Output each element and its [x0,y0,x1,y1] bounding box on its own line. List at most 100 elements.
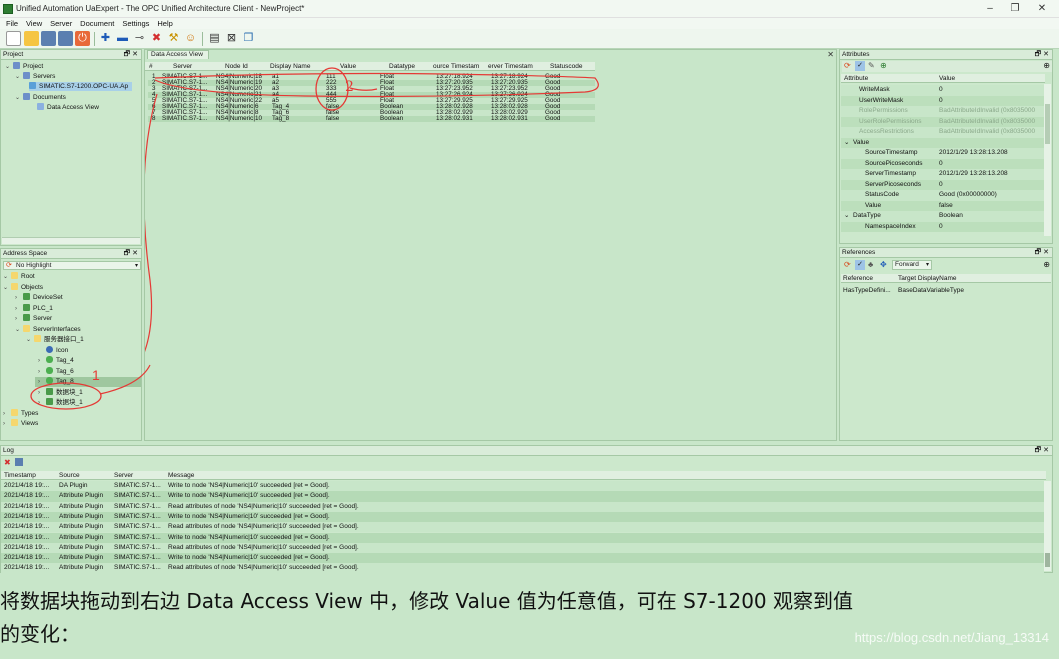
column-header-reference[interactable]: Reference [843,275,873,282]
tree-item-server[interactable]: › Server [15,314,52,324]
add-server-icon[interactable]: ✚ [98,31,113,46]
tree-item-serverinterfaces[interactable]: ⌄ ServerInterfaces [15,324,81,335]
navigate-icon[interactable]: ✥ [880,260,887,269]
expand-icon[interactable]: ⌄ [26,336,34,345]
menu-file[interactable]: File [6,18,18,29]
expand-icon[interactable]: › [3,420,11,429]
attribute-row[interactable]: ⌄ DataType Boolean [841,211,1044,222]
panel-float-close-buttons[interactable]: 🗗 ✕ [1035,248,1049,259]
refresh-icon[interactable]: ⟳ [844,61,851,70]
user-icon[interactable]: ☺ [183,31,198,46]
tree-item-deviceset[interactable]: › DeviceSet [15,293,63,303]
log-row[interactable]: 2021/4/18 19:... Attribute Plugin SIMATIC.… [1,563,1044,574]
tree-item-server-simatic[interactable]: SIMATIC.S7-1200.OPC-UA.Ap [29,82,133,91]
edit-icon[interactable]: ✓ [855,61,865,71]
expand-icon[interactable]: ⌄ [844,211,849,222]
horizontal-scrollbar[interactable] [2,237,140,244]
log-row[interactable]: 2021/4/18 19:... DA Plugin SIMATIC.S7-1...… [1,481,1044,492]
log-row[interactable]: 2021/4/18 19:... Attribute Plugin SIMATIC.… [1,553,1044,564]
attribute-row[interactable]: RolePermissions BadAttributeIdInvalid (0x… [841,106,1044,117]
document-icon[interactable]: ▤ [207,31,222,46]
expand-icon[interactable]: › [15,315,23,324]
new-project-icon[interactable] [6,31,21,46]
column-header-attribute[interactable]: Attribute [844,75,868,82]
tree-item-data-access-view[interactable]: Data Access View [37,103,99,112]
tree-item-views[interactable]: › Views [3,419,38,429]
log-row[interactable]: 2021/4/18 19:... Attribute Plugin SIMATIC.… [1,542,1044,554]
panel-float-close-buttons[interactable]: 🗗 ✕ [124,50,138,61]
direction-select[interactable]: Forward ▾ [892,260,932,270]
log-row[interactable]: 2021/4/18 19:... Attribute Plugin SIMATIC.… [1,532,1044,543]
power-icon[interactable]: ⏻ [75,31,90,46]
log-row[interactable]: 2021/4/18 19:... Attribute Plugin SIMATIC.… [1,511,1044,523]
disconnect-icon[interactable]: ✖ [149,31,164,46]
chevron-down-icon[interactable]: ▾ [135,262,138,270]
maximize-button[interactable]: ❐ [1003,2,1027,16]
add-circle-icon[interactable]: ⊕ [1043,260,1050,269]
tree-item-icon[interactable]: Icon [38,345,68,355]
save-log-icon[interactable] [15,458,23,466]
clear-log-icon[interactable]: ✖ [4,458,11,467]
attribute-row[interactable]: UserRolePermissions BadAttributeIdInvalid… [841,116,1044,127]
refresh-icon[interactable]: ⟳ [844,260,851,269]
minimize-button[interactable]: – [978,2,1002,16]
menu-server[interactable]: Server [50,18,72,29]
column-header-server[interactable]: Server [114,472,133,479]
attribute-row[interactable]: ⌄ Value [841,137,1044,148]
add-icon[interactable]: ⊕ [880,61,887,70]
vertical-scrollbar[interactable] [1044,481,1051,571]
close-window-button[interactable]: ✕ [1030,2,1054,16]
column-header-value[interactable]: Value [939,75,955,82]
wrench-icon[interactable]: ⚒ [166,31,181,46]
add-circle-icon[interactable]: ⊕ [1043,61,1050,70]
save-as-icon[interactable] [58,31,73,46]
remove-server-icon[interactable]: ▬ [115,31,130,46]
expand-icon[interactable]: › [15,294,23,303]
log-row[interactable]: 2021/4/18 19:... Attribute Plugin SIMATIC.… [1,522,1044,533]
references-row[interactable]: HasTypeDefini... BaseDataVariableType [841,286,1051,295]
chevron-down-icon[interactable]: ▾ [926,261,929,269]
attribute-row[interactable]: SourceTimestamp 2012/1/29 13:28:13.208 [841,148,1044,159]
attribute-row[interactable]: WriteMask 0 [841,85,1044,96]
attribute-row[interactable]: UserWriteMask 0 [841,95,1044,106]
column-header-source[interactable]: Source [59,472,80,479]
attribute-row[interactable]: AccessRestrictions BadAttributeIdInvalid … [841,127,1044,138]
attribute-row[interactable]: NamespaceIndex 0 [841,221,1044,232]
expand-icon[interactable]: ⌄ [15,73,23,82]
scrollbar-thumb[interactable] [1045,553,1050,567]
menu-help[interactable]: Help [157,18,172,29]
expand-icon[interactable]: ⌄ [15,94,23,103]
column-header-target[interactable]: Target DisplayName [898,275,957,282]
expand-icon[interactable]: ⌄ [5,63,13,72]
tree-item-servers[interactable]: ⌄ Servers [15,72,55,82]
panel-float-close-buttons[interactable]: 🗗 ✕ [1035,446,1049,457]
attribute-row[interactable]: StatusCode Good (0x00000000) [841,190,1044,201]
open-project-icon[interactable] [24,31,39,46]
attribute-row[interactable]: SourcePicoseconds 0 [841,158,1044,169]
expand-icon[interactable]: ⌄ [3,273,11,282]
expand-icon[interactable]: › [15,305,23,314]
save-icon[interactable] [41,31,56,46]
menu-view[interactable]: View [26,18,42,29]
attribute-row[interactable]: ServerTimestamp 2012/1/29 13:28:13.208 [841,169,1044,180]
tree-item-server-interface-1[interactable]: ⌄ 服务器接口_1 [26,335,84,345]
expand-icon[interactable]: ⌄ [15,326,23,335]
menu-settings[interactable]: Settings [122,18,149,29]
tree-item-root[interactable]: ⌄ Root [3,272,35,282]
tree-icon[interactable]: ♣ [868,260,873,269]
attribute-row[interactable]: Value false [841,200,1044,211]
tree-item-objects[interactable]: ⌄ Objects [3,282,43,293]
log-row[interactable]: 2021/4/18 19:... Attribute Plugin SIMATIC.… [1,501,1044,512]
log-row[interactable]: 2021/4/18 19:... Attribute Plugin SIMATIC.… [1,491,1044,502]
refresh-icon[interactable]: ⟳ [6,262,12,270]
expand-icon[interactable]: ⌄ [3,284,11,293]
close-document-icon[interactable]: ⊠ [224,31,239,46]
pin-icon[interactable]: ✎ [868,61,875,70]
tree-item-documents[interactable]: ⌄ Documents [15,93,66,103]
vertical-scrollbar[interactable] [1044,84,1051,236]
window-icon[interactable]: ❐ [241,31,256,46]
menu-document[interactable]: Document [80,18,114,29]
panel-float-close-buttons[interactable]: 🗗 ✕ [1035,50,1049,61]
panel-float-close-buttons[interactable]: 🗗 ✕ [124,249,138,260]
column-header-timestamp[interactable]: Timestamp [4,472,36,479]
